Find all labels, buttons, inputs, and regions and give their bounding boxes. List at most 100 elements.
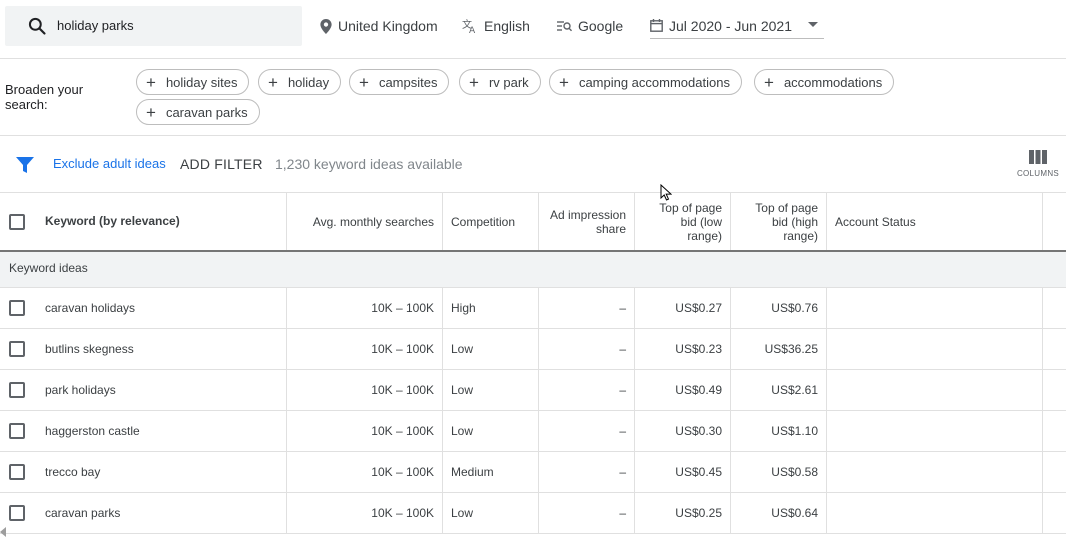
col-competition[interactable]: Competition bbox=[443, 193, 539, 250]
cell-ad-share-value: – bbox=[619, 424, 626, 438]
mouse-cursor-icon bbox=[660, 184, 672, 201]
search-input[interactable]: holiday parks bbox=[57, 18, 134, 33]
cell-bid-high-value: US$0.64 bbox=[771, 506, 818, 520]
cell-competition: Low bbox=[443, 370, 539, 410]
language-filter[interactable]: 文A English bbox=[462, 15, 530, 37]
cell-bid-low-value: US$0.27 bbox=[675, 301, 722, 315]
table-row[interactable]: caravan holidays 10K – 100K High – US$0.27 US… bbox=[0, 288, 1066, 329]
cell-ad-share-value: – bbox=[619, 506, 626, 520]
broaden-chip-holiday[interactable]: + holiday bbox=[258, 69, 342, 95]
broaden-chip-accommodations[interactable]: + accommodations bbox=[754, 69, 895, 95]
cell-bid-high: US$0.76 bbox=[731, 288, 827, 328]
cell-keyword: trecco bay bbox=[0, 452, 287, 492]
cell-bid-low-value: US$0.49 bbox=[675, 383, 722, 397]
cell-bid-low-value: US$0.30 bbox=[675, 424, 722, 438]
row-checkbox[interactable] bbox=[9, 464, 25, 480]
cell-bid-low: US$0.25 bbox=[635, 493, 731, 533]
location-filter[interactable]: United Kingdom bbox=[320, 15, 438, 37]
keyword-ideas-count: 1,230 keyword ideas available bbox=[275, 156, 463, 172]
cell-bid-high-value: US$0.76 bbox=[771, 301, 818, 315]
cell-competition-value: Low bbox=[451, 506, 474, 520]
table-row[interactable]: trecco bay 10K – 100K Medium – US$0.45 US$0.5… bbox=[0, 452, 1066, 493]
plus-icon: + bbox=[469, 72, 479, 92]
col-label: Account Status bbox=[835, 214, 916, 229]
col-keyword[interactable]: Keyword (by relevance) bbox=[0, 193, 287, 250]
broaden-chip-caravan-parks[interactable]: + caravan parks bbox=[136, 99, 260, 125]
cell-bid-high-value: US$36.25 bbox=[764, 342, 818, 356]
cell-avg-searches-value: 10K – 100K bbox=[371, 424, 434, 438]
select-all-checkbox[interactable] bbox=[9, 214, 25, 230]
funnel-icon[interactable] bbox=[16, 156, 34, 174]
broaden-chip-holiday-sites[interactable]: + holiday sites bbox=[136, 69, 250, 95]
exclude-adult-ideas-link[interactable]: Exclude adult ideas bbox=[53, 156, 166, 171]
table-body: caravan holidays 10K – 100K High – US$0.27 US… bbox=[0, 288, 1066, 534]
add-filter-button[interactable]: ADD FILTER bbox=[180, 156, 263, 172]
cell-avg-searches-value: 10K – 100K bbox=[371, 465, 434, 479]
keyword-text: trecco bay bbox=[45, 465, 101, 479]
col-bid-low[interactable]: Top of page bid (low range) bbox=[635, 193, 731, 250]
col-ad-impression-share[interactable]: Ad impression share bbox=[539, 193, 635, 250]
chip-label: accommodations bbox=[783, 74, 883, 90]
cell-bid-low: US$0.23 bbox=[635, 329, 731, 369]
date-range-filter[interactable]: Jul 2020 - Jun 2021 bbox=[650, 13, 824, 39]
network-search-icon bbox=[557, 21, 572, 32]
cell-ad-share-value: – bbox=[619, 465, 626, 479]
chip-label: caravan parks bbox=[165, 104, 248, 120]
filter-toolbar: Exclude adult ideas ADD FILTER 1,230 key… bbox=[0, 136, 1066, 193]
cell-ad-share-value: – bbox=[619, 342, 626, 356]
svg-text:A: A bbox=[469, 26, 476, 34]
table-row[interactable]: haggerston castle 10K – 100K Low – US$0.30 US… bbox=[0, 411, 1066, 452]
cell-bid-high-value: US$0.58 bbox=[771, 465, 818, 479]
broaden-chip-camping-accommodations[interactable]: + camping accommodations bbox=[549, 69, 742, 95]
keyword-table: Keyword (by relevance) Avg. monthly sear… bbox=[0, 193, 1066, 534]
plus-icon: + bbox=[268, 72, 278, 92]
broaden-chip-rv-park[interactable]: + rv park bbox=[459, 69, 541, 95]
row-checkbox[interactable] bbox=[9, 382, 25, 398]
row-checkbox[interactable] bbox=[9, 341, 25, 357]
table-row[interactable]: park holidays 10K – 100K Low – US$0.49 US$2.6… bbox=[0, 370, 1066, 411]
cell-bid-low-value: US$0.45 bbox=[675, 465, 722, 479]
table-row[interactable]: caravan parks 10K – 100K Low – US$0.25 US$0.6… bbox=[0, 493, 1066, 534]
row-checkbox[interactable] bbox=[9, 300, 25, 316]
cell-avg-searches-value: 10K – 100K bbox=[371, 383, 434, 397]
row-checkbox[interactable] bbox=[9, 505, 25, 521]
cell-ad-share-value: – bbox=[619, 383, 626, 397]
plus-icon: + bbox=[359, 72, 369, 92]
cell-competition-value: High bbox=[451, 301, 476, 315]
cell-account-status bbox=[827, 370, 1043, 410]
cell-bid-high: US$2.61 bbox=[731, 370, 827, 410]
network-label: Google bbox=[578, 18, 624, 34]
columns-button[interactable]: COLUMNS bbox=[1016, 150, 1060, 184]
group-label: Keyword ideas bbox=[9, 261, 88, 275]
table-header: Keyword (by relevance) Avg. monthly sear… bbox=[0, 193, 1066, 252]
search-box[interactable]: holiday parks bbox=[5, 6, 302, 46]
col-avg-monthly-searches[interactable]: Avg. monthly searches bbox=[287, 193, 443, 250]
col-label: Top of page bid (low range) bbox=[659, 200, 722, 243]
cell-ad-share: – bbox=[539, 493, 635, 533]
cell-avg-searches-value: 10K – 100K bbox=[371, 301, 434, 315]
keyword-text: park holidays bbox=[45, 383, 116, 397]
cell-keyword: caravan holidays bbox=[0, 288, 287, 328]
date-range-label: Jul 2020 - Jun 2021 bbox=[669, 17, 792, 34]
plus-icon: + bbox=[559, 72, 569, 92]
scroll-left-arrow-icon[interactable] bbox=[0, 527, 6, 537]
cell-account-status bbox=[827, 452, 1043, 492]
table-row[interactable]: butlins skegness 10K – 100K Low – US$0.23 US$… bbox=[0, 329, 1066, 370]
broaden-chip-campsites[interactable]: + campsites bbox=[349, 69, 450, 95]
language-label: English bbox=[484, 18, 530, 34]
col-bid-high[interactable]: Top of page bid (high range) bbox=[731, 193, 827, 250]
chevron-down-icon[interactable] bbox=[808, 22, 818, 27]
cell-competition-value: Medium bbox=[451, 465, 494, 479]
col-account-status[interactable]: Account Status bbox=[827, 193, 1043, 250]
columns-icon bbox=[1029, 150, 1047, 164]
col-label: Competition bbox=[451, 214, 516, 229]
cell-keyword: butlins skegness bbox=[0, 329, 287, 369]
cell-ad-share: – bbox=[539, 411, 635, 451]
cell-bid-high: US$0.58 bbox=[731, 452, 827, 492]
col-label: Avg. monthly searches bbox=[312, 214, 434, 229]
keyword-ideas-group: Keyword ideas bbox=[0, 252, 1066, 288]
network-filter[interactable]: Google bbox=[557, 15, 623, 37]
row-checkbox[interactable] bbox=[9, 423, 25, 439]
cell-account-status bbox=[827, 288, 1043, 328]
cell-competition-value: Low bbox=[451, 424, 474, 438]
